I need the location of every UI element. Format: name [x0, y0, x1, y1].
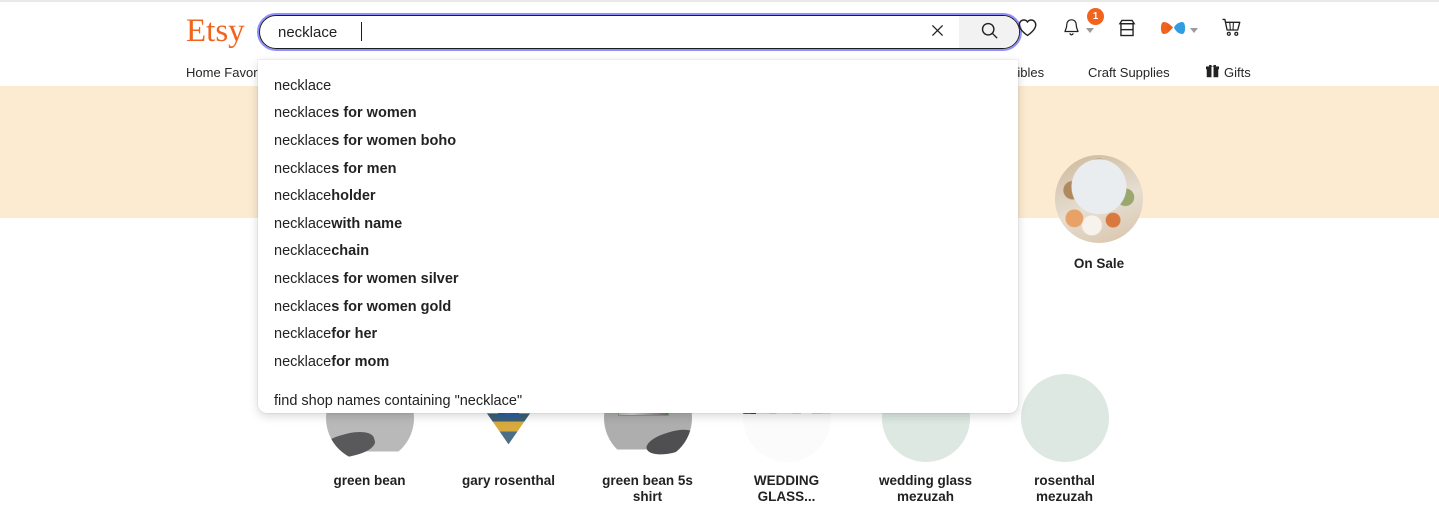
on-sale-image: [1055, 155, 1143, 243]
product-label: rosenthal mezuzah: [1034, 473, 1095, 504]
gift-icon: [1206, 63, 1219, 81]
suggestion-item[interactable]: necklace s for women boho: [258, 127, 1018, 155]
site-header: Etsy necklace 1: [0, 2, 1439, 58]
suggestion-item[interactable]: necklace s for women: [258, 100, 1018, 128]
suggestion-item[interactable]: necklace with name: [258, 210, 1018, 238]
product-label: gary rosenthal: [461, 473, 556, 488]
chevron-down-icon: [1086, 27, 1094, 33]
search-bar: [257, 13, 1022, 51]
storefront-icon: [1116, 17, 1138, 44]
suggestion-prefix: necklace: [274, 188, 332, 205]
suggestion-prefix: necklace: [274, 160, 332, 177]
suggestion-prefix: necklace: [274, 326, 332, 343]
suggestion-completion: s for women: [331, 105, 417, 122]
nav-item-craft-supplies[interactable]: Craft Supplies: [1088, 65, 1170, 80]
close-icon: [929, 22, 946, 42]
cart-button[interactable]: [1220, 16, 1243, 44]
search-input[interactable]: [260, 22, 915, 42]
find-shop-names-label: find shop names containing "necklace": [274, 393, 523, 410]
shop-manager-button[interactable]: [1116, 17, 1138, 44]
search-box: [259, 15, 1020, 49]
product-label: green bean 5s shirt: [602, 473, 693, 504]
suggestion-completion: for mom: [331, 353, 390, 370]
suggestion-prefix: necklace: [274, 270, 332, 287]
suggestion-completion: with name: [331, 215, 403, 232]
suggestion-prefix: necklace: [274, 132, 332, 149]
find-shop-names-item[interactable]: find shop names containing "necklace": [258, 388, 1018, 416]
header-icon-group: 1: [1016, 2, 1439, 58]
search-submit-button[interactable]: [959, 16, 1019, 48]
suggestion-completion: s for women gold: [331, 298, 452, 315]
bowtie-icon: [1160, 18, 1186, 43]
suggestion-prefix: necklace: [274, 215, 332, 232]
suggestion-prefix: necklace: [274, 298, 332, 315]
suggestion-completion: s for women boho: [331, 132, 457, 149]
product-image: [1020, 374, 1109, 462]
suggestion-item[interactable]: necklace: [258, 72, 1018, 100]
suggestion-prefix: necklace: [274, 77, 332, 94]
suggestion-prefix: necklace: [274, 243, 332, 260]
search-icon: [980, 21, 999, 43]
chevron-down-icon: [1190, 27, 1198, 33]
heart-icon: [1016, 16, 1039, 44]
nav-label: Gifts: [1224, 64, 1251, 80]
suggestion-prefix: necklace: [274, 105, 332, 122]
product-label: wedding glass mezuzah: [878, 473, 973, 504]
product-label: WEDDING GLASS...: [753, 473, 820, 504]
suggestion-item[interactable]: necklace holder: [258, 182, 1018, 210]
suggestion-completion: s for women silver: [331, 270, 459, 287]
nav-label: Craft Supplies: [1088, 64, 1170, 80]
suggestion-item[interactable]: necklace s for women silver: [258, 265, 1018, 293]
suggestion-completion: chain: [331, 243, 370, 260]
etsy-logo[interactable]: Etsy: [186, 12, 245, 50]
favorites-button[interactable]: [1016, 16, 1039, 44]
notifications-badge: 1: [1087, 8, 1104, 25]
suggestion-completion: for her: [331, 326, 378, 343]
suggestion-item[interactable]: necklace s for women gold: [258, 293, 1018, 321]
on-sale-label: On Sale: [1073, 256, 1125, 271]
suggestion-item[interactable]: necklace for mom: [258, 348, 1018, 376]
clear-search-button[interactable]: [915, 16, 959, 48]
suggestion-list: necklace necklace s for women necklace s for…: [258, 72, 1018, 376]
cart-icon: [1220, 16, 1243, 44]
product-label: green bean: [333, 473, 406, 488]
nav-item-gifts[interactable]: Gifts: [1206, 63, 1251, 81]
bell-icon: [1061, 17, 1082, 43]
on-sale-card[interactable]: On Sale: [1024, 155, 1174, 271]
etsy-search-page: Etsy necklace 1 Home Favorites ectibles …: [0, 0, 1439, 515]
suggestion-item[interactable]: necklace s for men: [258, 155, 1018, 183]
suggestion-item[interactable]: necklace chain: [258, 238, 1018, 266]
suggestion-completion: s for men: [331, 160, 397, 177]
suggestion-item[interactable]: necklace for her: [258, 320, 1018, 348]
text-caret: [361, 22, 362, 41]
search-suggestions-dropdown: necklace necklace s for women necklace s for…: [258, 60, 1018, 413]
notifications-button[interactable]: 1: [1061, 8, 1104, 43]
account-button[interactable]: [1160, 18, 1198, 43]
suggestion-prefix: necklace: [274, 353, 332, 370]
suggestion-completion: holder: [331, 188, 376, 205]
